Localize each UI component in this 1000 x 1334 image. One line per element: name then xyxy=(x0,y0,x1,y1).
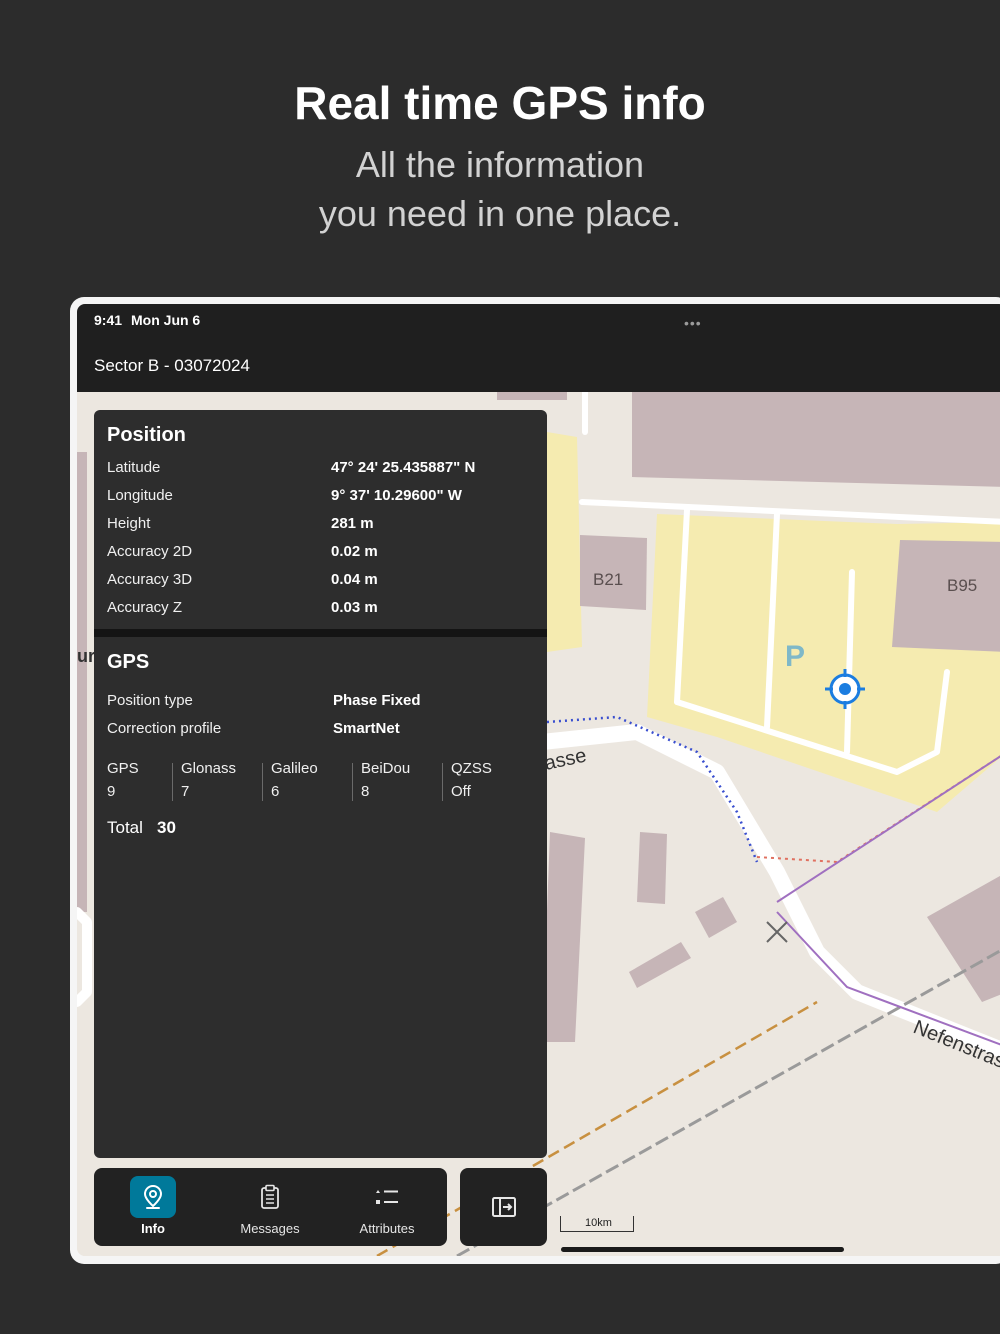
constellation-separator xyxy=(172,763,173,801)
bottom-tab-bar: Info Messages Attributes xyxy=(94,1168,447,1246)
constellation-name: Glonass xyxy=(181,760,237,777)
position-type-label: Position type xyxy=(107,692,193,709)
constellation-count: 8 xyxy=(361,783,370,800)
accuracy-z-value: 0.03 m xyxy=(331,599,378,616)
latitude-value: 47° 24' 25.435887" N xyxy=(331,459,476,476)
latitude-label: Latitude xyxy=(107,459,161,476)
building-top-right xyxy=(632,392,1000,487)
correction-profile-label: Correction profile xyxy=(107,720,222,737)
longitude-label: Longitude xyxy=(107,487,173,504)
hero-subtitle-line-1: All the information xyxy=(355,144,645,185)
tab-messages[interactable]: Messages xyxy=(220,1176,320,1240)
status-bar: 9:41 Mon Jun 6 ••• xyxy=(77,304,1000,342)
accuracy-3d-label: Accuracy 3D xyxy=(107,571,193,588)
constellation-separator xyxy=(442,763,443,801)
green-strip xyxy=(547,432,582,652)
section-divider xyxy=(94,629,547,637)
building-b95 xyxy=(892,540,1000,652)
height-label: Height xyxy=(107,515,151,532)
info-panel: Position Latitude 47° 24' 25.435887" N L… xyxy=(94,410,547,1158)
tab-label: Messages xyxy=(240,1221,300,1236)
tablet-frame: 9:41 Mon Jun 6 ••• Sector B - 03072024 B… xyxy=(70,297,1000,1264)
project-title: Sector B - 03072024 xyxy=(94,356,250,375)
accuracy-2d-label: Accuracy 2D xyxy=(107,543,193,560)
position-section-title: Position xyxy=(107,424,186,446)
panel-toggle-button[interactable] xyxy=(460,1168,547,1246)
constellation-separator xyxy=(262,763,263,801)
constellation-name: BeiDou xyxy=(361,760,411,777)
status-time: 9:41 xyxy=(94,312,123,328)
map-label-b21: B21 xyxy=(593,570,623,589)
map-label-b95: B95 xyxy=(947,576,977,595)
position-type-value: Phase Fixed xyxy=(333,692,421,709)
tab-info[interactable]: Info xyxy=(103,1176,203,1240)
panel-toggle-icon xyxy=(491,1197,516,1217)
constellation-count: Off xyxy=(451,783,471,800)
gps-section-title: GPS xyxy=(107,651,150,673)
multitask-dots-icon[interactable]: ••• xyxy=(684,315,702,331)
accuracy-2d-value: 0.02 m xyxy=(331,543,378,560)
constellation-name: Galileo xyxy=(271,760,318,777)
tab-label: Info xyxy=(141,1221,165,1236)
constellation-glonass: Glonass 7 xyxy=(181,760,271,800)
map-scale-label: 10km xyxy=(585,1217,612,1229)
constellation-qzss: QZSS Off xyxy=(451,760,541,800)
constellation-count: 6 xyxy=(271,783,280,800)
total-label: Total xyxy=(107,818,143,837)
status-date: Mon Jun 6 xyxy=(131,312,201,328)
constellation-name: QZSS xyxy=(451,760,492,777)
building-b xyxy=(637,832,667,904)
building-top-left xyxy=(497,392,567,400)
location-pin-icon xyxy=(130,1176,176,1218)
title-bar: Sector B - 03072024 xyxy=(77,342,1000,392)
height-value: 281 m xyxy=(331,515,374,532)
hero-subtitle-line-2: you need in one place. xyxy=(318,193,682,234)
tablet-screen: 9:41 Mon Jun 6 ••• Sector B - 03072024 B… xyxy=(77,304,1000,1256)
attributes-list-icon xyxy=(364,1176,410,1218)
accuracy-z-label: Accuracy Z xyxy=(107,599,183,616)
correction-profile-value: SmartNet xyxy=(333,720,400,737)
clipboard-icon xyxy=(247,1176,293,1218)
total-value: 30 xyxy=(157,818,176,837)
constellation-count: 7 xyxy=(181,783,190,800)
tab-label: Attributes xyxy=(359,1221,415,1236)
constellation-separator xyxy=(352,763,353,801)
longitude-value: 9° 37' 10.29600" W xyxy=(331,487,462,504)
hero-subtitle: All the information you need in one plac… xyxy=(0,140,1000,238)
accuracy-3d-value: 0.04 m xyxy=(331,571,378,588)
constellation-beidou: BeiDou 8 xyxy=(361,760,451,800)
tab-attributes[interactable]: Attributes xyxy=(337,1176,437,1240)
constellation-galileo: Galileo 6 xyxy=(271,760,361,800)
map-label-parking: P xyxy=(785,640,805,673)
building-left-strip xyxy=(77,452,87,912)
home-indicator[interactable] xyxy=(561,1247,844,1252)
hero-title: Real time GPS info xyxy=(294,77,706,129)
